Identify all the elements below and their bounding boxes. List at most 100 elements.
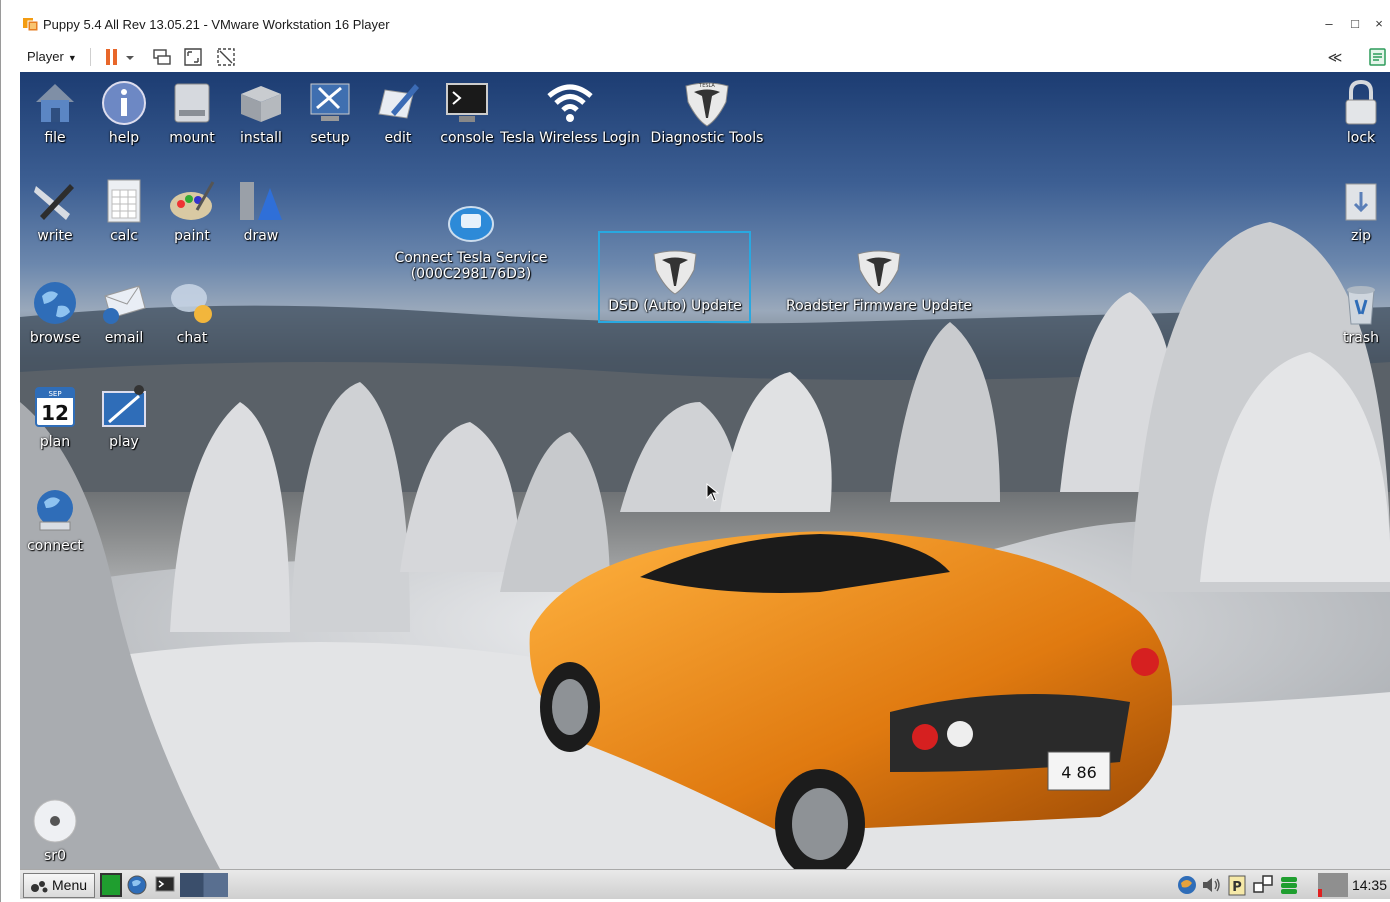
mouse-cursor-icon	[706, 483, 720, 502]
desktop-icon-browse[interactable]: browse	[28, 278, 82, 346]
guest-taskbar: Menu P 14:35	[20, 869, 1390, 899]
desktop-icon-label: help	[108, 130, 140, 146]
desktop-icon-label: sr0	[44, 848, 66, 864]
palette-icon	[170, 181, 215, 220]
network-globe-icon	[37, 490, 73, 531]
full-screen-icon[interactable]	[182, 46, 204, 68]
desktop-icon-edit[interactable]: edit	[371, 78, 425, 146]
desktop-icon-setup[interactable]: setup	[303, 78, 357, 146]
window-title: Puppy 5.4 All Rev 13.05.21 - VMware Work…	[43, 17, 390, 32]
chat-bubble-icon	[171, 284, 212, 323]
desktop-icon-label: email	[104, 330, 144, 346]
desktop-icon-help[interactable]: help	[97, 78, 151, 146]
desktop-icon-label: browse	[29, 330, 81, 346]
desktop-icon-tesla-wireless-login[interactable]: Tesla Wireless Login	[500, 78, 640, 146]
desktop-icon-label: trash	[1343, 330, 1379, 346]
collapse-icon[interactable]: ≪	[1325, 47, 1345, 67]
desktop-icon-email[interactable]: email	[97, 278, 151, 346]
desktop-icon-label: zip	[1350, 228, 1372, 244]
vmware-window: Puppy 5.4 All Rev 13.05.21 - VMware Work…	[0, 0, 1390, 902]
unity-icon[interactable]	[215, 46, 237, 68]
start-menu-button[interactable]: Menu	[23, 873, 95, 898]
desktop-icon-label: Connect Tesla Service	[394, 250, 548, 266]
wifi-icon	[547, 84, 593, 122]
desktop-icon-label: setup	[310, 130, 350, 146]
desktop-icon-diagnostic-tools[interactable]: TESLA Diagnostic Tools	[648, 78, 766, 146]
desktop-icon-label: draw	[243, 228, 279, 244]
puppy-paw-icon	[31, 881, 48, 893]
desktop-icon-label: console	[440, 130, 494, 146]
desktop-icon-connect-tesla-service[interactable]: Connect Tesla Service (000C298176D3)	[386, 196, 556, 282]
desktop-icon-plan[interactable]: SEP 12 plan	[28, 382, 82, 450]
player-menu-button[interactable]: Player ▼	[27, 46, 77, 68]
write-icon	[34, 184, 74, 220]
desktop-icon-console[interactable]: console	[440, 78, 494, 146]
calendar-day: 12	[41, 401, 69, 425]
desktop-icon-file[interactable]: file	[28, 78, 82, 146]
clipboard-p-icon[interactable]: P	[1226, 873, 1248, 897]
desktop-icon-write[interactable]: write	[28, 176, 82, 244]
desktop-icon-trash[interactable]: trash	[1334, 278, 1388, 346]
desktop-icon-calc[interactable]: calc	[97, 176, 151, 244]
desktop-icon-paint[interactable]: paint	[165, 176, 219, 244]
send-ctrl-alt-del-icon[interactable]	[151, 46, 173, 68]
tesla-logo-icon	[857, 250, 901, 295]
volume-icon[interactable]	[1200, 873, 1222, 897]
desktop-icon-roadster-firmware-update[interactable]: Roadster Firmware Update	[782, 246, 976, 314]
browser-launcher-icon[interactable]	[126, 873, 148, 897]
tesla-logo-icon: TESLA	[685, 82, 729, 127]
draw-shapes-icon	[240, 182, 282, 220]
pause-icon[interactable]	[101, 46, 123, 68]
desktop-icon-label: paint	[174, 228, 210, 244]
desktop-icon-label: calc	[110, 228, 138, 244]
desktop-icon-draw[interactable]: draw	[234, 176, 288, 244]
chevron-down-icon[interactable]	[123, 46, 137, 68]
toolbar-divider	[90, 48, 91, 66]
desktop-icon-mount[interactable]: mount	[165, 78, 219, 146]
desktop-icon-play[interactable]: play	[97, 382, 151, 450]
minimize-button[interactable]: –	[1319, 14, 1339, 34]
globe-icon	[34, 282, 76, 324]
desktop-icon-dsd-auto-update[interactable]: DSD (Auto) Update	[600, 246, 750, 314]
guest-desktop[interactable]: 4 86 file help mount install setup edit …	[20, 72, 1390, 869]
workspace-pager[interactable]	[180, 873, 228, 897]
desktop-icon-sublabel: (000C298176D3)	[410, 266, 532, 282]
title-bar: Puppy 5.4 All Rev 13.05.21 - VMware Work…	[1, 0, 1390, 44]
desktop-icon-connect[interactable]: connect	[26, 486, 84, 554]
tesla-logo-icon	[653, 250, 697, 295]
chevron-down-icon: ▼	[67, 53, 77, 63]
zip-archive-icon	[1345, 183, 1377, 221]
network-icon[interactable]	[1176, 873, 1198, 897]
close-button[interactable]: ×	[1369, 14, 1389, 34]
email-icon	[103, 285, 146, 324]
desktop-icon-label: install	[240, 130, 282, 146]
terminal-icon	[446, 83, 488, 122]
package-icon	[241, 86, 281, 122]
pen-icon	[378, 84, 419, 119]
desktop-switch-icon[interactable]	[100, 873, 122, 897]
desktop-icon-lock[interactable]: lock	[1334, 78, 1388, 146]
message-log-icon[interactable]	[1367, 46, 1389, 68]
start-menu-label: Menu	[52, 877, 88, 893]
clock[interactable]: 14:35	[1348, 870, 1390, 900]
tesla-badge-text: TESLA	[698, 83, 715, 89]
desktop-icon-chat[interactable]: chat	[165, 278, 219, 346]
memory-usage-icon[interactable]	[1278, 873, 1300, 897]
desktop-icon-label: Roadster Firmware Update	[785, 298, 973, 314]
player-menu-label: Player	[27, 49, 64, 64]
info-icon	[102, 81, 146, 125]
desktop-icon-install[interactable]: install	[234, 78, 288, 146]
desktop-icon-zip[interactable]: zip	[1334, 176, 1388, 244]
maximize-button[interactable]: □	[1345, 14, 1365, 34]
terminal-launcher-icon[interactable]	[154, 873, 176, 897]
cpu-load-meter	[1318, 873, 1348, 897]
tools-icon	[310, 83, 350, 121]
home-folder-icon	[36, 84, 74, 122]
network-connections-icon[interactable]	[1252, 873, 1274, 897]
media-player-icon	[102, 385, 146, 427]
license-plate: 4 86	[1061, 763, 1097, 782]
desktop-icon-sr0[interactable]: sr0	[28, 796, 82, 864]
drive-icon	[174, 83, 210, 123]
desktop-icon-label: Diagnostic Tools	[650, 130, 764, 146]
calculator-icon	[107, 179, 141, 223]
